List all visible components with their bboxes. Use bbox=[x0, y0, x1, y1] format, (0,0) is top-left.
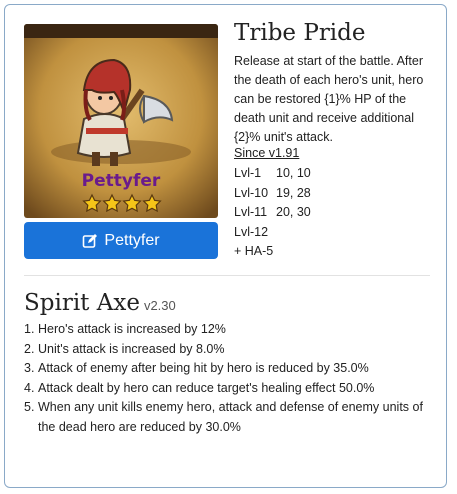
level-row: Lvl-10 19, 28 bbox=[234, 184, 311, 204]
weapon-title: Spirit Axe v2.30 bbox=[24, 290, 176, 316]
skill-description: Release at start of the battle. After th… bbox=[234, 54, 424, 144]
level-label: Lvl-12 bbox=[234, 224, 269, 239]
weapon-name: Spirit Axe bbox=[24, 290, 140, 316]
level-value: 19, 28 bbox=[276, 185, 311, 200]
hero-button[interactable]: Pettyfer bbox=[24, 222, 218, 259]
list-item: 2. Unit's attack is increased by 8.0% bbox=[24, 340, 424, 360]
weapon-effects-list: 1. Hero's attack is increased by 12% 2. Un… bbox=[24, 320, 424, 437]
hero-portrait-image: Pettyfer bbox=[24, 24, 218, 218]
level-row: Lvl-11 20, 30 bbox=[234, 203, 311, 223]
hero-button-label: Pettyfer bbox=[104, 231, 160, 249]
hero-portrait: Pettyfer bbox=[24, 24, 218, 218]
level-row: Lvl-1 10, 10 bbox=[234, 164, 311, 184]
level-value: 10, 10 bbox=[276, 166, 311, 180]
edit-icon bbox=[83, 233, 98, 248]
level-row: Lvl-12 bbox=[234, 223, 311, 243]
weapon-effect: Unit's attack is increased by 8.0% bbox=[38, 341, 225, 356]
weapon-effect: When any unit kills enemy hero, attack a… bbox=[38, 400, 423, 434]
skill-levels: Lvl-1 10, 10 Lvl-10 19, 28 Lvl-11 20, 30… bbox=[234, 164, 311, 262]
section-divider bbox=[24, 275, 430, 276]
list-item: 1. Hero's attack is increased by 12% bbox=[24, 320, 424, 340]
level-label: Lvl-1 bbox=[234, 166, 262, 180]
skill-version-link[interactable]: Since v1.91 bbox=[234, 146, 299, 160]
portrait-hero-name: Pettyfer bbox=[82, 171, 161, 191]
weapon-effect: Attack of enemy after being hit by hero … bbox=[38, 361, 369, 375]
weapon-effect: Attack dealt by hero can reduce target's… bbox=[38, 380, 375, 395]
list-item: 5. When any unit kills enemy hero, attack… bbox=[24, 398, 424, 437]
level-value: 20, 30 bbox=[276, 205, 311, 219]
list-item: 3. Attack of enemy after being hit by her… bbox=[24, 359, 424, 379]
level-label: + HA-5 bbox=[234, 244, 274, 258]
level-label: Lvl-10 bbox=[234, 185, 269, 200]
skill-title: Tribe Pride bbox=[234, 20, 366, 46]
weapon-effect: Hero's attack is increased by 12% bbox=[38, 322, 226, 336]
weapon-version: v2.30 bbox=[143, 298, 176, 313]
level-label: Lvl-11 bbox=[234, 205, 268, 219]
list-item: 4. Attack dealt by hero can reduce target… bbox=[24, 379, 424, 399]
level-row: + HA-5 bbox=[234, 242, 311, 262]
